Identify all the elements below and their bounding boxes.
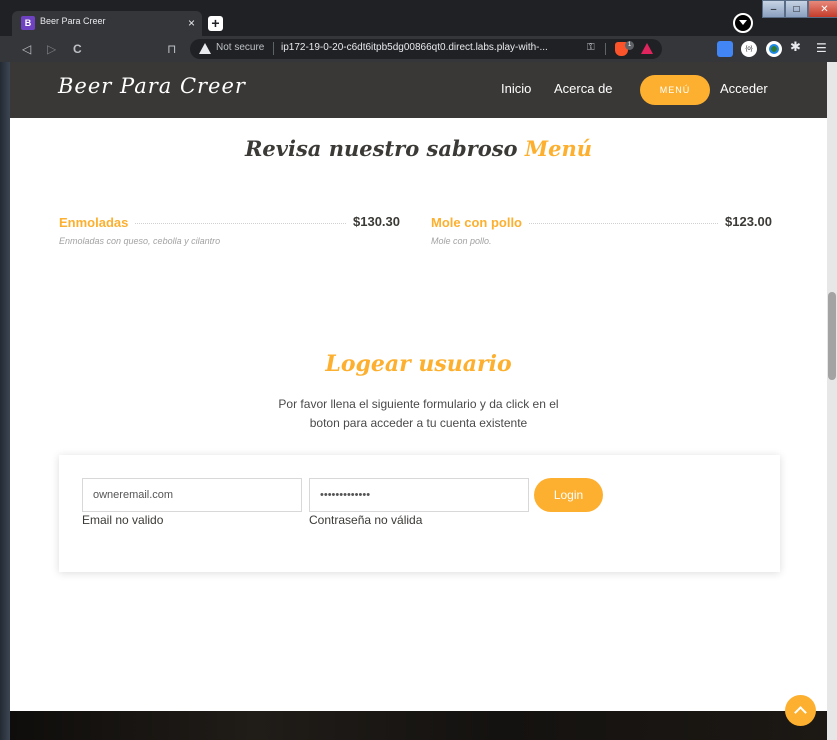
scrollbar-track[interactable] xyxy=(827,62,837,740)
divider xyxy=(605,43,606,55)
divider xyxy=(273,42,274,55)
nav-menu[interactable]: MENÚ xyxy=(640,75,710,105)
nav-acceder[interactable]: Acceder xyxy=(720,81,768,96)
forward-icon[interactable]: ▷ xyxy=(47,40,56,58)
menu-item-description: Enmoladas con queso, cebolla y cilantro xyxy=(59,236,221,246)
password-error: Contraseña no válida xyxy=(309,513,423,527)
back-to-top-button[interactable] xyxy=(785,695,816,726)
bootstrap-favicon-icon: B xyxy=(21,16,35,30)
menu-item-price: $123.00 xyxy=(719,214,772,229)
browser-menu-icon[interactable]: ☰ xyxy=(816,40,827,56)
page-viewport: Beer Para Creer Inicio Acerca de MENÚ Ac… xyxy=(10,62,827,740)
tab-close-icon[interactable]: × xyxy=(188,14,195,32)
menu-heading: Revisa nuestro sabroso Menú xyxy=(10,136,827,161)
email-error: Email no valido xyxy=(82,513,164,527)
profile-dropdown-icon[interactable] xyxy=(733,13,753,33)
maximize-button[interactable]: □ xyxy=(785,0,808,18)
site-brand[interactable]: Beer Para Creer xyxy=(58,74,246,98)
extension-icon[interactable]: {o} xyxy=(741,41,757,57)
menu-heading-text: Revisa nuestro sabroso xyxy=(244,136,518,161)
menu-item: Enmoladas $130.30 Enmoladas con queso, c… xyxy=(59,213,400,253)
tab-title: Beer Para Creer xyxy=(40,16,106,26)
scrollbar-thumb[interactable] xyxy=(828,292,836,380)
translate-extension-icon[interactable] xyxy=(717,41,733,57)
bookmark-icon[interactable]: ⊓ xyxy=(167,40,176,58)
menu-item-name: Mole con pollo xyxy=(431,215,528,230)
security-label[interactable]: Not secure xyxy=(216,42,264,53)
warning-icon xyxy=(199,43,211,54)
reload-icon[interactable]: C xyxy=(73,40,82,58)
key-icon[interactable]: ⚿ xyxy=(587,42,595,53)
back-icon[interactable]: ◁ xyxy=(22,40,31,58)
site-header: Beer Para Creer Inicio Acerca de MENÚ Ac… xyxy=(10,62,827,118)
login-subtitle: Por favor llena el siguiente formulario … xyxy=(10,395,827,433)
menu-item-price: $130.30 xyxy=(347,214,400,229)
menu-item-description: Mole con pollo. xyxy=(431,236,492,246)
menu-heading-accent: Menú xyxy=(524,136,593,161)
desktop-background xyxy=(0,62,10,740)
nav-acerca[interactable]: Acerca de xyxy=(554,81,613,96)
login-button[interactable]: Login xyxy=(534,478,603,512)
globe-extension-icon[interactable] xyxy=(766,41,782,57)
menu-item: Mole con pollo $123.00 Mole con pollo. xyxy=(431,213,772,253)
login-subtitle-line: Por favor llena el siguiente formulario … xyxy=(278,397,559,411)
window-controls: – □ ✕ xyxy=(762,0,837,18)
login-form: Login Email no valido Contraseña no váli… xyxy=(59,455,780,572)
nav-inicio[interactable]: Inicio xyxy=(501,81,531,96)
browser-titlebar: B Beer Para Creer × + – □ ✕ xyxy=(0,0,837,36)
minimize-button[interactable]: – xyxy=(762,0,785,18)
address-bar[interactable]: Not secure ip172-19-0-20-c6dt6itpb5dg008… xyxy=(190,39,662,59)
login-subtitle-line: boton para acceder a tu cuenta existente xyxy=(309,416,528,430)
brave-badge: 1 xyxy=(625,41,634,50)
browser-tab[interactable]: B Beer Para Creer × xyxy=(12,11,202,36)
email-input[interactable] xyxy=(82,478,302,512)
menu-item-name: Enmoladas xyxy=(59,215,135,230)
new-tab-icon[interactable]: + xyxy=(208,16,223,31)
brave-rewards-icon[interactable] xyxy=(641,43,653,54)
browser-toolbar: ◁ ▷ C ⊓ Not secure ip172-19-0-20-c6dt6it… xyxy=(0,36,837,62)
login-heading: Logear usuario xyxy=(325,351,512,377)
url-text[interactable]: ip172-19-0-20-c6dt6itpb5dg00866qt0.direc… xyxy=(281,42,548,53)
puzzle-icon[interactable]: ✱ xyxy=(790,40,801,56)
password-input[interactable] xyxy=(309,478,529,512)
footer-background xyxy=(10,711,827,740)
close-window-button[interactable]: ✕ xyxy=(808,0,837,18)
